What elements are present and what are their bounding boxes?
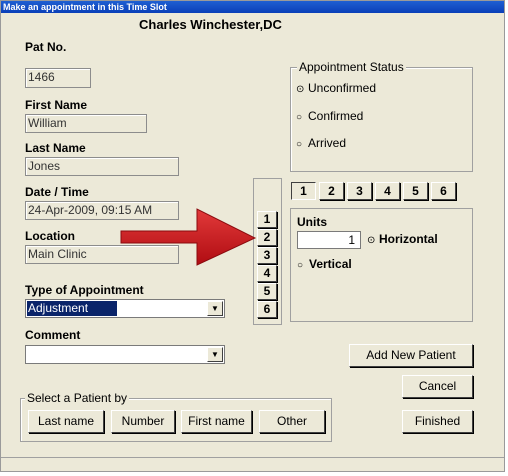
units-label: Units <box>297 215 327 229</box>
status-radio-arrived[interactable]: ○ Arrived <box>296 136 346 150</box>
orientation-label: Horizontal <box>379 232 438 246</box>
slot-column-2[interactable]: 2 <box>257 229 277 246</box>
chevron-down-icon[interactable]: ▼ <box>207 347 223 362</box>
status-group-title: Appointment Status <box>297 60 406 74</box>
cancel-button[interactable]: Cancel <box>402 375 473 398</box>
red-arrow-icon <box>120 208 257 266</box>
orientation-label: Vertical <box>309 257 352 271</box>
slot-tab-1[interactable]: 1 <box>291 182 316 200</box>
orientation-radio-horizontal[interactable]: ⊙ Horizontal <box>367 232 438 246</box>
last-name-label: Last Name <box>25 141 86 155</box>
radio-empty-icon: ○ <box>296 112 303 123</box>
other-button-label: Other <box>276 414 307 428</box>
add-new-patient-button[interactable]: Add New Patient <box>349 344 473 367</box>
radio-empty-icon: ○ <box>297 260 304 271</box>
number-button-label: Number <box>121 414 165 428</box>
pat-no-field[interactable]: 1466 <box>25 68 91 88</box>
appointment-dialog: Make an appointment in this Time Slot Ch… <box>0 0 505 472</box>
first-name-button-label: First name <box>188 414 245 428</box>
chevron-down-icon[interactable]: ▼ <box>207 301 223 316</box>
slot-column-3[interactable]: 3 <box>257 247 277 264</box>
type-selected-value: Adjustment <box>27 301 117 316</box>
title-bar: Make an appointment in this Time Slot <box>1 1 504 13</box>
type-select[interactable]: Adjustment ▼ <box>25 299 225 318</box>
slot-tab-6[interactable]: 6 <box>431 182 456 200</box>
last-name-button-label: Last name <box>37 414 95 428</box>
last-name-field[interactable]: Jones <box>25 157 179 176</box>
status-radio-confirmed[interactable]: ○ Confirmed <box>296 109 363 123</box>
status-option-label: Confirmed <box>308 109 364 123</box>
status-bar <box>1 457 504 472</box>
slot-tab-3[interactable]: 3 <box>347 182 372 200</box>
first-name-field[interactable]: William <box>25 114 147 133</box>
orientation-radio-vertical[interactable]: ○ Vertical <box>297 257 352 271</box>
select-by-last-name-button[interactable]: Last name <box>28 410 104 433</box>
slot-tab-2[interactable]: 2 <box>319 182 344 200</box>
slot-column-5[interactable]: 5 <box>257 283 277 300</box>
radio-selected-icon: ⊙ <box>296 84 305 95</box>
status-option-label: Unconfirmed <box>308 81 377 95</box>
type-label: Type of Appointment <box>25 283 144 297</box>
slot-column-6[interactable]: 6 <box>257 301 277 318</box>
slot-column-1[interactable]: 1 <box>257 211 277 228</box>
status-radio-unconfirmed[interactable]: ⊙ Unconfirmed <box>296 81 376 95</box>
datetime-label: Date / Time <box>25 185 89 199</box>
window-title: Make an appointment in this Time Slot <box>3 2 167 12</box>
cancel-label: Cancel <box>418 379 457 393</box>
finished-button[interactable]: Finished <box>402 410 473 433</box>
radio-selected-icon: ⊙ <box>367 235 376 246</box>
comment-label: Comment <box>25 328 81 342</box>
pat-no-label: Pat No. <box>25 40 67 54</box>
slot-tab-5[interactable]: 5 <box>403 182 428 200</box>
select-by-number-button[interactable]: Number <box>111 410 175 433</box>
slot-tab-4[interactable]: 4 <box>375 182 400 200</box>
slot-column-4[interactable]: 4 <box>257 265 277 282</box>
finished-label: Finished <box>414 414 461 428</box>
provider-name: Charles Winchester,DC <box>139 17 282 32</box>
select-by-first-name-button[interactable]: First name <box>181 410 252 433</box>
units-input[interactable]: 1 <box>297 231 361 249</box>
first-name-label: First Name <box>25 98 88 112</box>
comment-select[interactable]: ▼ <box>25 345 225 364</box>
radio-empty-icon: ○ <box>296 139 303 150</box>
select-patient-title: Select a Patient by <box>25 391 130 405</box>
location-label: Location <box>25 229 75 243</box>
status-option-label: Arrived <box>308 136 347 150</box>
add-new-patient-label: Add New Patient <box>366 348 456 362</box>
select-by-other-button[interactable]: Other <box>259 410 325 433</box>
